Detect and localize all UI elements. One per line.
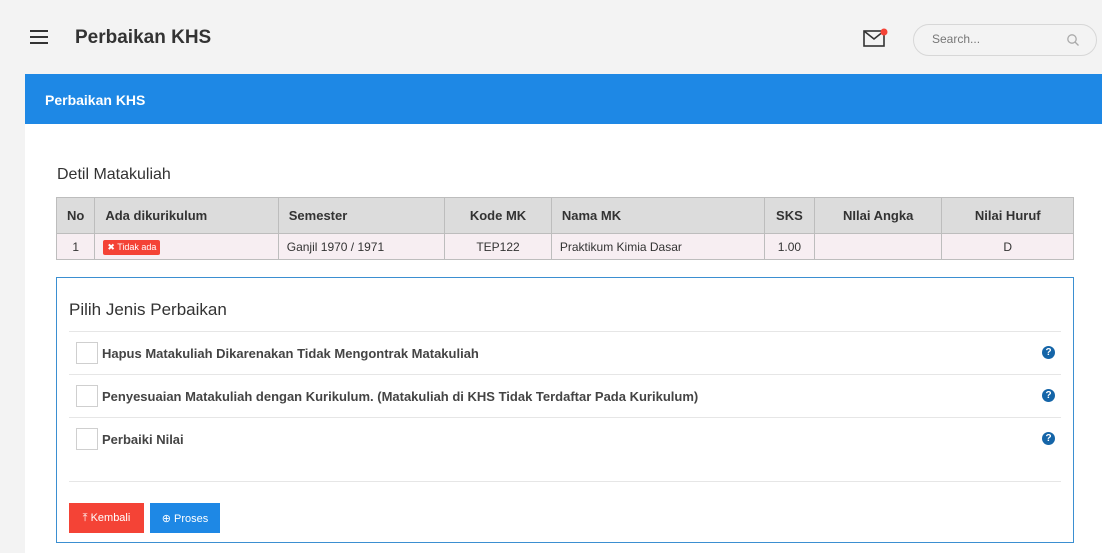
cell-semester: Ganjil 1970 / 1971	[277, 233, 446, 260]
col-course-name: Nama MK	[550, 197, 765, 234]
col-credits: SKS	[763, 197, 815, 234]
repair-options-box: Pilih Jenis Perbaikan Hapus Matakuliah D…	[56, 277, 1074, 543]
course-detail-table: No Ada dikurikulum Semester Kode MK Nama…	[55, 197, 1074, 260]
page-title: Perbaikan KHS	[75, 27, 212, 48]
col-no: No	[55, 197, 96, 234]
option-checkbox[interactable]	[76, 342, 98, 364]
cell-letter-grade: D	[941, 233, 1074, 260]
cell-no: 1	[55, 233, 96, 260]
section-title: Detil Matakuliah	[57, 166, 171, 183]
divider	[69, 481, 1061, 482]
cell-curriculum: ✖ Tidak ada	[94, 233, 279, 260]
col-numeric-grade: NIlai Angka	[813, 197, 943, 234]
col-semester: Semester	[277, 197, 446, 234]
process-button[interactable]: ⊕ Proses	[150, 503, 220, 533]
option-checkbox[interactable]	[76, 428, 98, 450]
help-icon[interactable]: ?	[1042, 346, 1055, 359]
option-label: Penyesuaian Matakuliah dengan Kurikulum.…	[102, 389, 699, 404]
table-header-row: No Ada dikurikulum Semester Kode MK Nama…	[55, 197, 1074, 234]
search-box[interactable]	[913, 24, 1097, 56]
back-button[interactable]: ⤒ Kembali	[69, 503, 144, 533]
option-fix-grade: Perbaiki Nilai ?	[69, 417, 1061, 460]
col-course-code: Kode MK	[444, 197, 552, 234]
cell-course-code: TEP122	[444, 233, 552, 260]
help-icon[interactable]: ?	[1042, 389, 1055, 402]
option-delete-course: Hapus Matakuliah Dikarenakan Tidak Mengo…	[69, 331, 1061, 374]
top-bar: Perbaikan KHS	[0, 0, 1102, 74]
help-icon[interactable]: ?	[1042, 432, 1055, 445]
option-label: Perbaiki Nilai	[102, 432, 184, 447]
search-input[interactable]	[932, 32, 1062, 46]
option-checkbox[interactable]	[76, 385, 98, 407]
option-adjust-curriculum: Penyesuaian Matakuliah dengan Kurikulum.…	[69, 374, 1061, 417]
col-curriculum: Ada dikurikulum	[94, 197, 279, 234]
status-badge: ✖ Tidak ada	[103, 239, 161, 255]
menu-icon[interactable]	[30, 30, 48, 44]
main-panel: Perbaikan KHS Detil Matakuliah No Ada di…	[25, 74, 1102, 553]
option-label: Hapus Matakuliah Dikarenakan Tidak Mengo…	[102, 346, 479, 361]
cell-course-name: Praktikum Kimia Dasar	[550, 233, 765, 260]
table-row: 1 ✖ Tidak ada Ganjil 1970 / 1971 TEP122 …	[55, 233, 1074, 260]
mail-icon[interactable]	[863, 28, 888, 48]
panel-title: Perbaikan KHS	[25, 74, 1102, 124]
options-title: Pilih Jenis Perbaikan	[69, 300, 227, 319]
cell-credits: 1.00	[763, 233, 815, 260]
cell-numeric-grade	[813, 233, 943, 260]
search-icon[interactable]	[1066, 33, 1080, 47]
col-letter-grade: Nilai Huruf	[941, 197, 1074, 234]
